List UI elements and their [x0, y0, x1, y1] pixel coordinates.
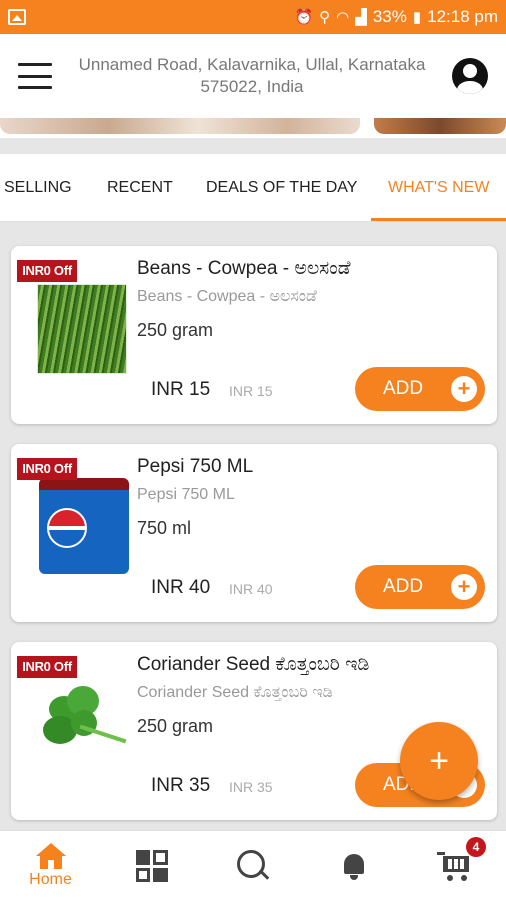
app-header: Unnamed Road, Kalavarnika, Ullal, Karnat… [0, 34, 506, 118]
discount-badge: INR0 Off [17, 260, 77, 282]
signal-icon: ▟ [355, 9, 367, 26]
product-quantity: 250 gram [137, 320, 214, 340]
product-name[interactable]: Pepsi 750 ML [137, 456, 253, 478]
product-subtitle: Beans - Cowpea - ಅಲಸಂಡೆ [137, 288, 317, 305]
product-image [37, 284, 127, 374]
plus-icon: + [451, 376, 477, 402]
nav-cart[interactable] [404, 831, 505, 900]
add-to-cart-button[interactable]: ADD + [355, 367, 485, 411]
tab-selling[interactable]: SELLING [4, 154, 72, 222]
bell-icon [341, 851, 367, 881]
discount-badge: INR0 Off [17, 458, 77, 480]
battery-level: 33% [372, 7, 407, 26]
banner-image [374, 118, 506, 134]
add-button-label: ADD [383, 576, 424, 597]
location-icon: ⚲ [319, 9, 331, 26]
bottom-navigation: Home [0, 830, 506, 900]
product-card[interactable]: INR0 Off Pepsi 750 ML Pepsi 750 ML 750 m… [11, 444, 497, 622]
gallery-notification-icon [8, 9, 26, 25]
banner-image [0, 118, 360, 134]
product-card[interactable]: INR0 Off Beans - Cowpea - ಅಲಸಂಡೆ Beans -… [11, 246, 497, 424]
product-price: INR 35 [151, 775, 211, 796]
discount-badge: INR0 Off [17, 656, 77, 678]
menu-icon[interactable] [18, 63, 52, 89]
product-quantity: 750 ml [137, 518, 192, 538]
profile-icon[interactable] [452, 58, 488, 94]
product-tabs: SELLING RECENT DEALS OF THE DAY WHAT'S N… [0, 154, 506, 222]
product-image [39, 478, 129, 574]
product-name[interactable]: Coriander Seed ಕೊತ್ತಂಬರಿ ಇಡಿ [137, 654, 369, 676]
nav-categories[interactable] [101, 831, 202, 900]
product-price: INR 40 [151, 577, 211, 598]
product-subtitle: Coriander Seed ಕೊತ್ತಂಬರಿ ಇಡಿ [137, 684, 333, 701]
alarm-icon: ⏰ [294, 9, 314, 26]
product-image [39, 682, 129, 766]
categories-icon [135, 850, 168, 882]
tab-recent[interactable]: RECENT [107, 154, 173, 222]
home-icon [35, 843, 66, 869]
wifi-icon: ◠ [336, 9, 350, 26]
add-button-label: ADD [383, 378, 424, 399]
product-name[interactable]: Beans - Cowpea - ಅಲಸಂಡೆ [137, 258, 351, 280]
battery-icon: ▮ [412, 9, 422, 26]
promo-banner[interactable] [0, 118, 506, 138]
product-mrp: INR 15 [229, 383, 273, 399]
plus-icon: + [451, 574, 477, 600]
product-price: INR 15 [151, 379, 211, 400]
delivery-address[interactable]: Unnamed Road, Kalavarnika, Ullal, Karnat… [52, 54, 452, 98]
search-icon [236, 850, 269, 882]
active-tab-indicator [371, 218, 506, 221]
tab-whats-new[interactable]: WHAT'S NEW [388, 154, 489, 222]
product-mrp: INR 35 [229, 779, 273, 795]
nav-notifications[interactable] [303, 831, 404, 900]
tab-deals-of-the-day[interactable]: DEALS OF THE DAY [206, 154, 357, 222]
nav-home-label: Home [29, 871, 72, 888]
floating-add-button[interactable]: + [400, 722, 478, 800]
nav-search[interactable] [202, 831, 303, 900]
pepsi-logo [47, 508, 87, 548]
cart-icon [436, 850, 473, 882]
status-bar: ⏰ ⚲ ◠ ▟ 33% ▮ 12:18 pm [0, 0, 506, 34]
product-mrp: INR 40 [229, 581, 273, 597]
cart-count-badge: 4 [466, 837, 486, 857]
add-to-cart-button[interactable]: ADD + [355, 565, 485, 609]
status-indicators: ⏰ ⚲ ◠ ▟ 33% ▮ 12:18 pm [294, 7, 498, 27]
product-subtitle: Pepsi 750 ML [137, 486, 235, 503]
clock: 12:18 pm [427, 7, 498, 26]
product-quantity: 250 gram [137, 716, 214, 736]
nav-home[interactable]: Home [0, 831, 101, 900]
